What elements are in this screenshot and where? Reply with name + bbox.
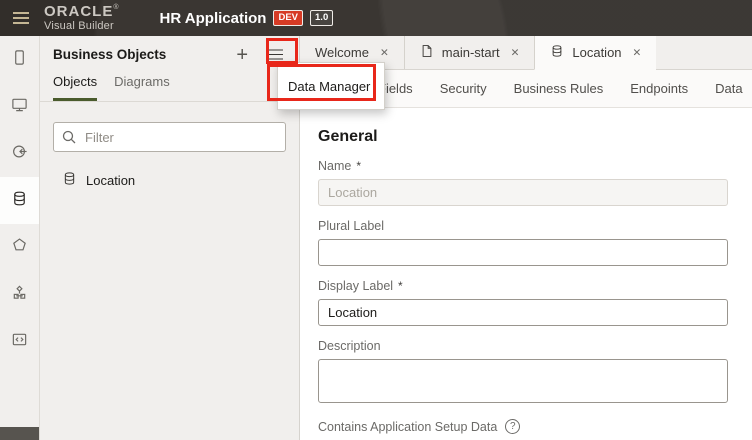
- name-label: Name*: [318, 159, 728, 173]
- subtab-endpoints[interactable]: Endpoints: [630, 81, 688, 96]
- subtab-security[interactable]: Security: [440, 81, 487, 96]
- close-icon[interactable]: ✕: [380, 47, 389, 59]
- rail-item-processes[interactable]: [0, 271, 39, 318]
- layouts-icon: [11, 237, 28, 259]
- business-objects-icon: [11, 190, 28, 212]
- object-label: Location: [86, 173, 135, 188]
- setup-data-label: Contains Application Setup Data ?: [318, 419, 728, 434]
- rail-footer: [0, 427, 39, 440]
- page-icon: [420, 44, 434, 61]
- menu-icon: [268, 54, 283, 56]
- env-badge: DEV: [273, 10, 303, 26]
- oracle-logo: ORACLE® Visual Builder: [44, 4, 120, 32]
- oracle-wordmark: ORACLE: [44, 3, 113, 20]
- tab-diagrams[interactable]: Diagrams: [114, 74, 170, 101]
- display-label-label: Display Label*: [318, 279, 728, 293]
- processes-icon: [11, 284, 28, 306]
- description-label: Description: [318, 339, 728, 353]
- rail-item-business-objects[interactable]: [0, 177, 39, 224]
- list-item-location[interactable]: Location: [40, 165, 299, 195]
- left-icon-rail: [0, 36, 40, 440]
- filter-input[interactable]: [53, 122, 286, 152]
- rail-item-layouts[interactable]: [0, 224, 39, 271]
- display-label-field[interactable]: [318, 299, 728, 326]
- source-code-icon: [11, 331, 28, 353]
- object-list: Location: [40, 165, 299, 195]
- tab-label: Welcome: [315, 45, 369, 60]
- product-name: Visual Builder: [44, 21, 120, 32]
- tab-label: main-start: [442, 45, 500, 60]
- add-business-object-button[interactable]: +: [236, 48, 248, 62]
- rail-item-services[interactable]: [0, 130, 39, 177]
- version-badge: 1.0: [310, 10, 333, 26]
- services-icon: [11, 143, 28, 165]
- plural-label-field[interactable]: [318, 239, 728, 266]
- general-form: General Name* Plural Label Display Label…: [300, 108, 752, 440]
- app-title: HR Application: [160, 10, 267, 27]
- database-icon: [62, 171, 77, 189]
- required-marker: *: [398, 279, 403, 293]
- panel-menu-button[interactable]: [265, 48, 285, 62]
- tab-location[interactable]: Location ✕: [534, 36, 656, 70]
- panel-menu-popup: Data Manager: [277, 62, 385, 110]
- rail-item-web-apps[interactable]: [0, 83, 39, 130]
- panel-tabs: Objects Diagrams: [40, 62, 299, 102]
- name-field: [318, 179, 728, 206]
- close-icon[interactable]: ✕: [633, 47, 642, 59]
- app-header: ORACLE® Visual Builder HR Application DE…: [0, 0, 752, 36]
- description-field[interactable]: [318, 359, 728, 403]
- web-apps-icon: [11, 96, 28, 118]
- business-objects-panel: Business Objects + Objects Diagrams Loca…: [40, 36, 300, 440]
- subtab-business-rules[interactable]: Business Rules: [514, 81, 604, 96]
- search-icon: [61, 129, 77, 145]
- database-icon: [550, 44, 564, 61]
- menu-item-data-manager[interactable]: Data Manager: [278, 79, 384, 94]
- section-title: General: [318, 128, 728, 146]
- tab-objects[interactable]: Objects: [53, 74, 97, 101]
- plural-label-label: Plural Label: [318, 219, 728, 233]
- rail-item-source-code[interactable]: [0, 318, 39, 365]
- subtab-data[interactable]: Data: [715, 81, 742, 96]
- close-icon[interactable]: ✕: [511, 47, 520, 59]
- tab-main-start[interactable]: main-start ✕: [404, 36, 535, 69]
- tab-label: Location: [572, 45, 621, 60]
- panel-title: Business Objects: [53, 47, 236, 62]
- rail-item-mobile-apps[interactable]: [0, 36, 39, 83]
- help-icon[interactable]: ?: [505, 419, 520, 434]
- required-marker: *: [356, 159, 361, 173]
- global-menu-icon[interactable]: [10, 10, 32, 26]
- mobile-apps-icon: [11, 49, 28, 71]
